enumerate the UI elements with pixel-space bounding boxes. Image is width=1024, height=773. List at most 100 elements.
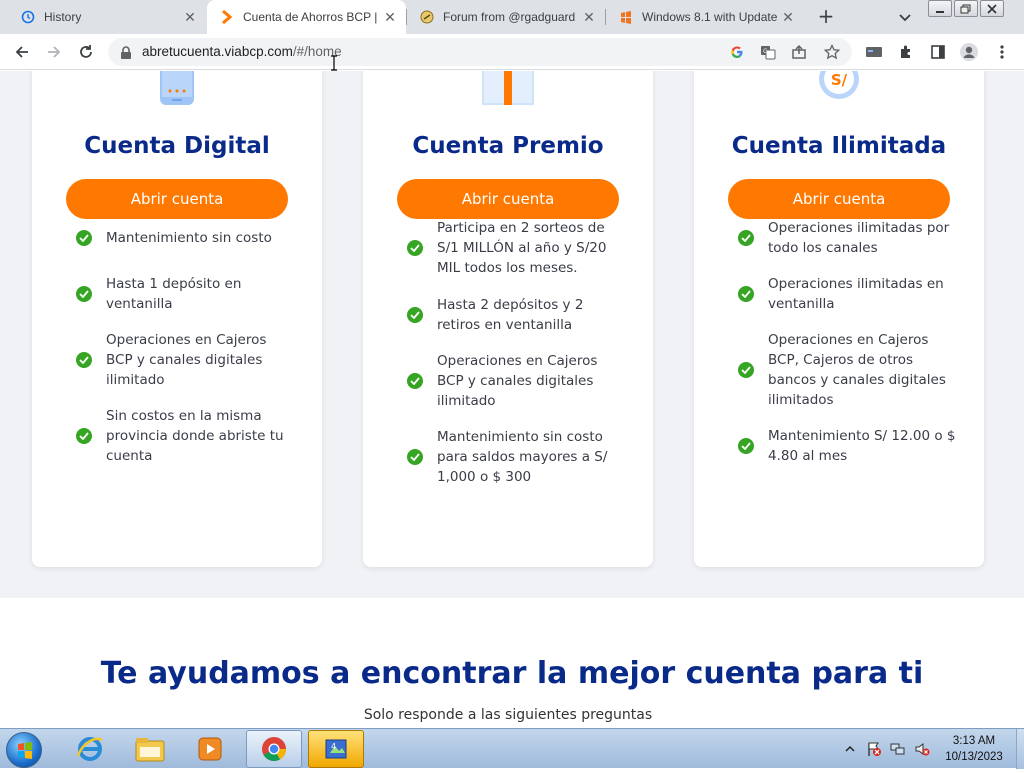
url-host: abretucuenta.viabcp.com — [142, 44, 293, 59]
chrome-icon[interactable] — [246, 730, 302, 768]
feature-item: Mantenimiento S/ 12.00 o $ 4.80 al mes — [738, 426, 958, 466]
accounts-section: Cuenta Digital Abrir cuenta Mantenimient… — [0, 71, 1024, 598]
card-cuenta-premio: Cuenta Premio Abrir cuenta Participa en … — [363, 71, 653, 567]
feature-item: Operaciones ilimitadas en ventanilla — [738, 274, 958, 314]
tab-separator — [605, 9, 606, 25]
text-cursor-icon — [331, 55, 337, 71]
card-title: Cuenta Ilimitada — [731, 133, 947, 159]
check-icon — [407, 240, 423, 256]
help-section-subtitle: Solo responde a las siguientes preguntas — [363, 707, 653, 723]
open-account-button[interactable]: Abrir cuenta — [397, 179, 619, 219]
share-icon[interactable] — [790, 43, 808, 61]
minimize-button[interactable] — [928, 0, 952, 17]
profile-avatar-icon[interactable] — [959, 42, 979, 62]
extension-card-icon[interactable] — [864, 42, 884, 62]
close-icon[interactable]: ✕ — [581, 9, 597, 25]
action-center-flag-icon[interactable] — [866, 741, 882, 757]
volume-muted-icon[interactable] — [914, 741, 930, 757]
back-arrow-icon[interactable] — [12, 42, 32, 62]
browser-toolbar: abretucuenta.viabcp.com/#/home G — [0, 34, 1024, 70]
forward-arrow-icon[interactable] — [44, 42, 64, 62]
open-account-button[interactable]: Abrir cuenta — [66, 179, 288, 219]
start-button[interactable] — [6, 732, 42, 768]
network-icon[interactable] — [890, 741, 906, 757]
show-desktop-button[interactable] — [1016, 729, 1024, 769]
check-icon — [738, 286, 754, 302]
feature-item: Mantenimiento sin costo para saldos mayo… — [407, 427, 627, 487]
media-player-icon[interactable] — [182, 730, 238, 768]
check-icon — [407, 373, 423, 389]
feature-item: Hasta 2 depósitos y 2 retiros en ventani… — [407, 295, 627, 335]
card-cuenta-digital: Cuenta Digital Abrir cuenta Mantenimient… — [32, 71, 322, 567]
feature-text: Mantenimiento sin costo — [106, 230, 272, 246]
menu-kebab-icon[interactable] — [992, 42, 1012, 62]
internet-explorer-icon[interactable] — [62, 730, 118, 768]
feature-text: Sin costos en la misma provincia donde a… — [106, 408, 284, 464]
file-explorer-icon[interactable] — [122, 730, 178, 768]
page-content: Cuenta Digital Abrir cuenta Mantenimient… — [0, 71, 1024, 728]
check-icon — [76, 230, 92, 246]
tab-forum[interactable]: Forum from @rgadguard ✕ — [407, 0, 605, 34]
feature-text: Participa en 2 sorteos de S/1 MILLÓN al … — [437, 220, 607, 276]
card-title: Cuenta Premio — [412, 133, 604, 159]
feature-text: Operaciones ilimitadas por todo los cana… — [768, 220, 950, 256]
feature-text: Hasta 2 depósitos y 2 retiros en ventani… — [437, 297, 584, 333]
new-tab-button[interactable]: + — [815, 6, 837, 28]
feature-text: Operaciones en Cajeros BCP y canales dig… — [437, 353, 598, 409]
soles-coin-icon: S/ — [817, 71, 861, 105]
phone-icon — [158, 71, 196, 111]
app-icon[interactable]: 4 — [308, 730, 364, 768]
tab-strip: History ✕ Cuenta de Ahorros BCP | ✕ Foru… — [0, 0, 1024, 34]
coin-label: S/ — [831, 71, 848, 89]
feature-item: Operaciones en Cajeros BCP y canales dig… — [407, 351, 627, 411]
windows-taskbar: 4 3:13 AM 10/13/2023 — [0, 728, 1024, 769]
tab-title: Cuenta de Ahorros BCP | — [243, 10, 378, 24]
card-title: Cuenta Digital — [84, 133, 270, 159]
tab-bcp-active[interactable]: Cuenta de Ahorros BCP | ✕ — [207, 0, 406, 34]
card-cuenta-ilimitada: S/ Cuenta Ilimitada Abrir cuenta Operaci… — [694, 71, 984, 567]
restore-button[interactable] — [954, 0, 978, 17]
check-icon — [407, 449, 423, 465]
tab-windows[interactable]: Windows 8.1 with Update ✕ — [606, 0, 804, 34]
close-window-button[interactable] — [980, 0, 1004, 17]
translate-icon[interactable]: G — [759, 43, 777, 61]
star-bookmark-icon[interactable] — [823, 43, 841, 61]
show-hidden-icons-chevron-icon[interactable] — [842, 741, 858, 757]
google-icon[interactable] — [728, 43, 746, 61]
check-icon — [738, 438, 754, 454]
windows-orange-icon — [618, 9, 634, 25]
check-icon — [76, 286, 92, 302]
open-account-button[interactable]: Abrir cuenta — [728, 179, 950, 219]
feature-text: Operaciones en Cajeros BCP, Cajeros de o… — [768, 332, 946, 408]
url-text[interactable]: abretucuenta.viabcp.com/#/home — [142, 44, 342, 59]
check-icon — [76, 428, 92, 444]
close-icon[interactable]: ✕ — [182, 9, 198, 25]
taskbar-clock[interactable]: 3:13 AM 10/13/2023 — [934, 733, 1014, 765]
tab-separator — [406, 9, 407, 25]
feature-item: Operaciones en Cajeros BCP, Cajeros de o… — [738, 330, 958, 410]
forum-icon — [419, 9, 435, 25]
tab-history[interactable]: History ✕ — [8, 0, 206, 34]
address-bar[interactable]: abretucuenta.viabcp.com/#/home G — [108, 38, 852, 66]
feature-text: Operaciones en Cajeros BCP y canales dig… — [106, 332, 267, 388]
clock-date: 10/13/2023 — [945, 751, 1003, 763]
clock-time: 3:13 AM — [952, 735, 996, 747]
history-icon — [20, 9, 36, 25]
gift-icon — [480, 71, 536, 111]
reload-icon[interactable] — [76, 42, 96, 62]
svg-text:4: 4 — [331, 742, 336, 751]
feature-text: Hasta 1 depósito en ventanilla — [106, 276, 242, 312]
puzzle-extensions-icon[interactable] — [896, 42, 916, 62]
tab-title: Windows 8.1 with Update — [642, 10, 778, 24]
tab-search-chevron-icon[interactable] — [896, 8, 914, 26]
feature-item: Operaciones en Cajeros BCP y canales dig… — [76, 330, 296, 390]
side-panel-icon[interactable] — [928, 42, 948, 62]
feature-text: Mantenimiento S/ 12.00 o $ 4.80 al mes — [768, 428, 956, 464]
help-section-title: Te ayudamos a encontrar la mejor cuenta … — [100, 656, 924, 691]
check-icon — [407, 307, 423, 323]
svg-text:G: G — [763, 48, 768, 55]
close-icon[interactable]: ✕ — [780, 9, 796, 25]
feature-item: Participa en 2 sorteos de S/1 MILLÓN al … — [407, 218, 627, 278]
lock-icon[interactable] — [120, 45, 132, 64]
close-icon[interactable]: ✕ — [382, 9, 398, 25]
